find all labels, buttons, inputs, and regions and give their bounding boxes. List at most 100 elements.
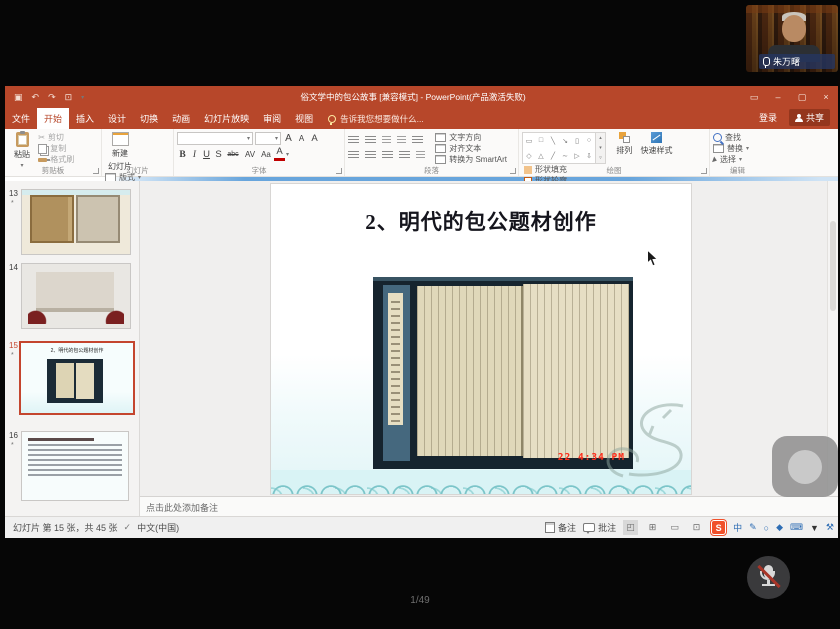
increase-indent-icon[interactable] (397, 136, 406, 144)
text-shadow-button[interactable]: S (213, 149, 224, 160)
floating-overlay-button[interactable] (772, 436, 838, 497)
font-name-box[interactable]: ▾ (177, 132, 253, 145)
shapes-gallery[interactable]: ▭ □ ╲ ↘ ▯ ○ ◇ △ ╱ ∼ ▷ ⇩ (522, 132, 596, 164)
shape-rect-icon[interactable]: ▭ (526, 137, 533, 145)
slide-title[interactable]: 2、明代的包公题材创作 (271, 206, 691, 236)
line-spacing-icon[interactable] (412, 136, 423, 144)
text-direction-button[interactable]: 文字方向 (435, 132, 507, 143)
tab-file[interactable]: 文件 (5, 108, 37, 129)
notes-pane[interactable]: 点击此处添加备注 (140, 496, 838, 518)
shape-rect2-icon[interactable]: ▯ (575, 137, 579, 145)
sign-in-button[interactable]: 登录 (759, 111, 777, 124)
participant-video-tile[interactable]: 朱万曙 (746, 5, 838, 72)
gallery-up-icon[interactable]: ▴ (599, 135, 602, 141)
muted-mic-button[interactable] (747, 556, 790, 599)
character-spacing-button[interactable]: AV (242, 150, 258, 159)
notes-toggle-button[interactable]: 备注 (545, 522, 576, 533)
tab-insert[interactable]: 插入 (69, 108, 101, 129)
sogou-toolbox-wrench-icon[interactable]: ⚒ (826, 522, 834, 533)
slide-13-preview[interactable] (21, 189, 131, 255)
shape-down-arrow-icon[interactable]: ⇩ (586, 152, 592, 160)
font-color-button[interactable]: A (274, 148, 285, 161)
tab-transitions[interactable]: 切换 (133, 108, 165, 129)
shape-curve-icon[interactable]: ∼ (562, 152, 568, 160)
decrease-indent-icon[interactable] (382, 136, 391, 144)
tab-home[interactable]: 开始 (37, 108, 69, 129)
tab-review[interactable]: 审阅 (256, 108, 288, 129)
sogou-pen-icon[interactable]: ✎ (749, 522, 757, 533)
find-button[interactable]: 查找 (713, 132, 749, 143)
align-text-button[interactable]: 对齐文本 (435, 143, 507, 154)
shape-line-icon[interactable]: ╲ (551, 137, 555, 145)
underline-button[interactable]: U (201, 149, 212, 160)
justify-icon[interactable] (399, 151, 410, 159)
shape-line2-icon[interactable]: ╱ (551, 152, 555, 160)
columns-icon[interactable] (416, 151, 425, 159)
slide-14-preview[interactable] (21, 263, 131, 329)
slide-16-preview[interactable] (21, 431, 129, 501)
comments-toggle-button[interactable]: 批注 (583, 522, 616, 533)
sogou-keyboard-icon[interactable]: ⌨ (790, 522, 803, 533)
normal-view-button[interactable]: ◰ (623, 520, 638, 535)
sogou-fullwidth-icon[interactable]: ○ (764, 523, 769, 533)
font-size-box[interactable]: ▾ (255, 132, 281, 145)
drawing-dialog-launcher[interactable] (701, 168, 707, 174)
accessibility-check-icon[interactable]: ✓ (124, 522, 132, 533)
sogou-more-icon[interactable]: ▼ (810, 523, 819, 533)
sogou-emoji-icon[interactable]: ◆ (776, 522, 783, 533)
align-left-icon[interactable] (348, 151, 359, 159)
slide-sorter-view-button[interactable]: ⊞ (645, 520, 660, 535)
bold-button[interactable]: B (177, 150, 188, 160)
shape-triangle-icon[interactable]: △ (538, 152, 543, 160)
tab-animations[interactable]: 动画 (165, 108, 197, 129)
minimize-icon[interactable]: – (766, 92, 790, 102)
numbering-icon[interactable] (365, 136, 376, 144)
slideshow-view-button[interactable]: ⊡ (689, 520, 704, 535)
quick-styles-button[interactable]: 快速样式 (638, 132, 674, 156)
replace-button[interactable]: 替换▾ (713, 143, 749, 154)
gallery-more-icon[interactable]: ▿ (599, 155, 602, 161)
shape-callout-icon[interactable]: ▷ (574, 152, 579, 160)
tell-me-box[interactable]: 告诉我您想要做什么... (320, 109, 432, 129)
shapes-gallery-scroll[interactable]: ▴ ▾ ▿ (596, 132, 606, 164)
maximize-icon[interactable]: ▢ (790, 92, 814, 103)
copy-button[interactable]: 复制 (38, 143, 74, 154)
cut-button[interactable]: ✂剪切 (38, 132, 74, 143)
format-painter-button[interactable]: 格式刷 (38, 154, 74, 165)
tab-slideshow[interactable]: 幻灯片放映 (197, 108, 256, 129)
font-color-dropdown-icon[interactable]: ▾ (286, 151, 289, 158)
undo-icon[interactable]: ↶ (32, 92, 40, 103)
ribbon-display-options-icon[interactable]: ▭ (742, 92, 766, 103)
strikethrough-button[interactable]: abc (225, 151, 241, 158)
clipboard-dialog-launcher[interactable] (93, 168, 99, 174)
paste-button[interactable]: 粘贴 ▾ (8, 132, 36, 169)
smartart-button[interactable]: 转换为 SmartArt (435, 154, 507, 165)
sogou-chinese-mode-icon[interactable]: 中 (733, 521, 742, 534)
tab-design[interactable]: 设计 (101, 108, 133, 129)
gallery-down-icon[interactable]: ▾ (599, 145, 602, 151)
bullets-icon[interactable] (348, 136, 359, 144)
select-button[interactable]: 选择▾ (713, 154, 749, 165)
italic-button[interactable]: I (189, 150, 200, 160)
shrink-font-button[interactable]: A (296, 134, 307, 143)
slide-15-editor[interactable]: 2、明代的包公题材创作 22 4:34 PM (271, 184, 691, 494)
font-dialog-launcher[interactable] (336, 168, 342, 174)
save-icon[interactable]: ▣ (14, 92, 23, 103)
redo-icon[interactable]: ↷ (48, 92, 56, 103)
paragraph-dialog-launcher[interactable] (510, 168, 516, 174)
clear-formatting-button[interactable]: A (309, 133, 320, 144)
shape-square-icon[interactable]: □ (539, 137, 543, 144)
start-slideshow-icon[interactable]: ⊡ (65, 92, 73, 103)
align-center-icon[interactable] (365, 151, 376, 159)
sogou-input-logo[interactable]: S (711, 520, 726, 535)
change-case-button[interactable]: Aa (259, 150, 273, 159)
arrange-button[interactable]: 排列 (612, 132, 636, 156)
slide-15-preview[interactable]: 2、明代的包公题材创作 (19, 341, 135, 415)
align-right-icon[interactable] (382, 151, 393, 159)
tab-view[interactable]: 视图 (288, 108, 320, 129)
share-button[interactable]: 共享 (789, 109, 830, 126)
language-indicator[interactable]: 中文(中国) (137, 521, 179, 534)
slide-thumbnail-panel[interactable]: 13 * 14 15 * 2、明代的包公题材创作 (5, 181, 140, 516)
shape-arrow-icon[interactable]: ↘ (562, 137, 568, 145)
shape-oval-icon[interactable]: ○ (587, 137, 591, 144)
